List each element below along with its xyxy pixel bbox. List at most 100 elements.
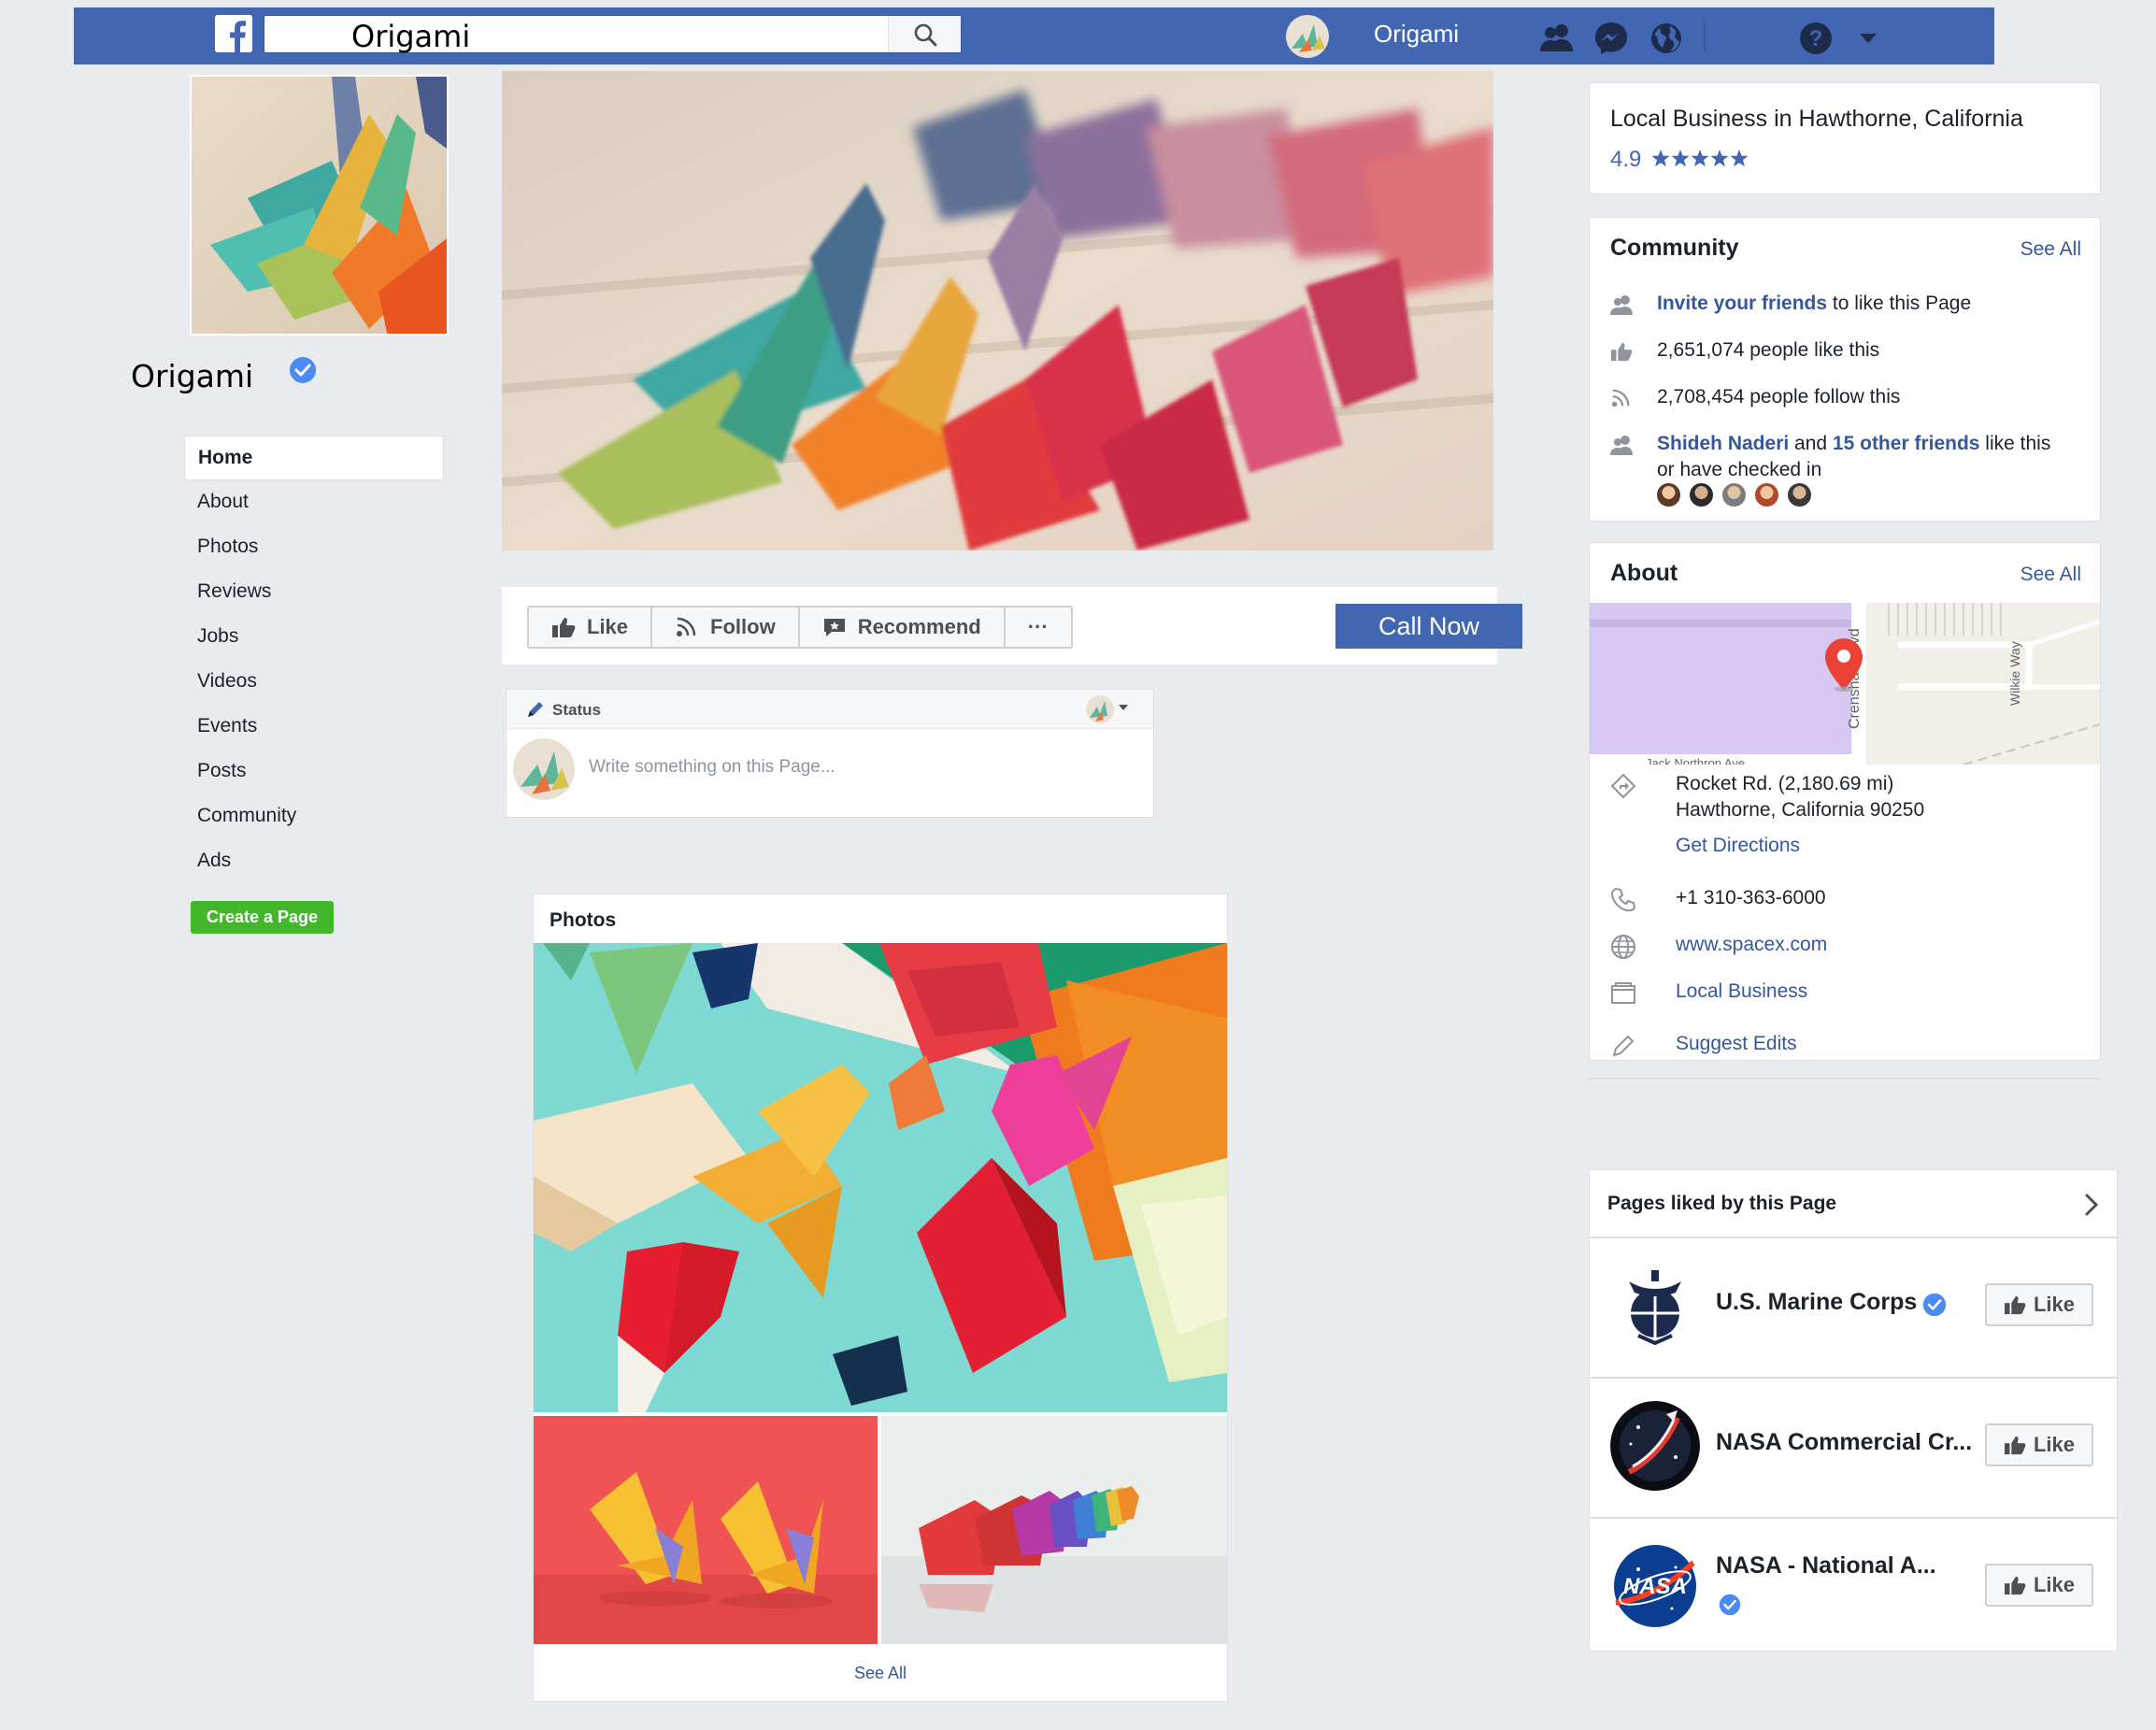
rating-stars[interactable] bbox=[1651, 149, 1749, 174]
cover-photo[interactable] bbox=[502, 71, 1493, 550]
like-page-button[interactable]: Like bbox=[1985, 1283, 2093, 1326]
nav-item-photos[interactable]: Photos bbox=[184, 525, 444, 570]
profile-picture[interactable] bbox=[190, 75, 449, 336]
status-tab[interactable]: Status bbox=[552, 701, 601, 720]
photo-thumbnail-cranes[interactable] bbox=[534, 1416, 878, 1644]
liked-page-name[interactable]: NASA Commercial Cr... bbox=[1716, 1429, 1972, 1456]
invite-friends-link[interactable]: Invite your friends bbox=[1657, 293, 1827, 314]
nav-item-posts[interactable]: Posts bbox=[184, 750, 444, 794]
globe-icon[interactable] bbox=[1648, 20, 1685, 57]
caret-down-icon[interactable] bbox=[1118, 703, 1129, 712]
likes-count-row: 2,651,074 people like this bbox=[1610, 337, 2087, 365]
directions-icon bbox=[1610, 773, 1636, 799]
friend-avatar[interactable] bbox=[1721, 481, 1748, 508]
section-divider bbox=[1589, 1078, 2101, 1079]
suggest-edits-row: Suggest Edits bbox=[1610, 1031, 2087, 1059]
nav-item-reviews[interactable]: Reviews bbox=[184, 570, 444, 615]
more-options-button[interactable]: ··· bbox=[1006, 608, 1071, 647]
nasa-logo[interactable]: NASA bbox=[1610, 1541, 1700, 1631]
nav-item-videos[interactable]: Videos bbox=[184, 660, 444, 705]
facebook-logo-icon[interactable] bbox=[215, 15, 252, 52]
caret-down-icon[interactable] bbox=[1849, 20, 1887, 57]
nav-item-jobs[interactable]: Jobs bbox=[184, 615, 444, 660]
storefront-icon bbox=[1611, 982, 1635, 1004]
post-composer: Status Write something on this Page... bbox=[506, 689, 1154, 818]
friends-icon[interactable] bbox=[1538, 20, 1576, 57]
thumbs-up-icon bbox=[552, 618, 576, 637]
nav-item-community[interactable]: Community bbox=[184, 794, 444, 839]
phone-icon bbox=[1610, 887, 1636, 912]
like-page-button[interactable]: Like bbox=[529, 608, 653, 647]
location-map[interactable]: Crenshaw Blvd Wilkie Way Jack Northrop A… bbox=[1590, 603, 2100, 765]
category-link[interactable]: Local Business bbox=[1676, 979, 1807, 1005]
recommend-icon bbox=[823, 619, 845, 636]
search-button[interactable] bbox=[888, 16, 961, 52]
nasa-commercial-crew-logo[interactable] bbox=[1610, 1401, 1700, 1491]
map-street-label-3: Jack Northrop Ave bbox=[1646, 756, 1745, 765]
friends-icon bbox=[1610, 436, 1633, 455]
about-see-all-link[interactable]: See All bbox=[2020, 564, 2081, 586]
friend-avatar[interactable] bbox=[1655, 481, 1682, 508]
phone-number[interactable]: +1 310-363-6000 bbox=[1676, 885, 1826, 911]
other-friends-link[interactable]: 15 other friends bbox=[1833, 433, 1980, 454]
star-icon bbox=[1691, 150, 1709, 167]
community-see-all-link[interactable]: See All bbox=[2020, 238, 2081, 261]
friends-icon bbox=[1610, 295, 1633, 315]
nav-item-events[interactable]: Events bbox=[184, 705, 444, 750]
composer-identity-avatar[interactable] bbox=[1086, 695, 1114, 723]
photos-see-all-link[interactable]: See All bbox=[534, 1664, 1227, 1683]
photo-thumbnail-main[interactable] bbox=[534, 943, 1227, 1412]
globe-icon bbox=[1611, 935, 1635, 959]
star-icon bbox=[1651, 150, 1670, 167]
website-link[interactable]: www.spacex.com bbox=[1676, 932, 1827, 958]
composer-tabs: Status bbox=[507, 690, 1153, 729]
chevron-right-icon[interactable] bbox=[2081, 1191, 2102, 1219]
page-title: Origami bbox=[131, 358, 254, 394]
suggest-edits-link[interactable]: Suggest Edits bbox=[1676, 1031, 1797, 1057]
like-label: Like bbox=[2033, 1293, 2076, 1316]
create-page-button[interactable]: Create a Page bbox=[191, 901, 334, 934]
community-heading: Community bbox=[1610, 235, 1739, 261]
liked-page-name[interactable]: NASA - National A... bbox=[1716, 1552, 1936, 1580]
like-page-button[interactable]: Like bbox=[1985, 1423, 2093, 1466]
friend-avatar[interactable] bbox=[1753, 481, 1780, 508]
messenger-icon[interactable] bbox=[1592, 20, 1630, 57]
friend-name-link[interactable]: Shideh Naderi bbox=[1657, 433, 1789, 454]
community-card: Community See All Invite your friends to… bbox=[1589, 217, 2101, 522]
search-input[interactable]: Origami bbox=[264, 15, 962, 54]
invite-friends-row: Invite your friends to like this Page bbox=[1610, 291, 2087, 319]
website-row: www.spacex.com bbox=[1610, 932, 2087, 960]
about-heading: About bbox=[1610, 560, 1678, 586]
business-category: Local Business in Hawthorne, California bbox=[1610, 106, 2023, 132]
friends-like-text: like this bbox=[1979, 433, 2051, 454]
liked-page-name[interactable]: U.S. Marine Corps bbox=[1716, 1289, 1917, 1316]
address-row: Rocket Rd. (2,180.69 mi) Hawthorne, Calif… bbox=[1610, 771, 2087, 827]
call-now-button[interactable]: Call Now bbox=[1335, 604, 1522, 649]
friend-avatars bbox=[1655, 481, 1813, 508]
friend-avatar[interactable] bbox=[1688, 481, 1715, 508]
photos-heading: Photos bbox=[550, 909, 617, 931]
star-icon bbox=[1671, 150, 1690, 167]
rating-value[interactable]: 4.9 bbox=[1610, 147, 1641, 173]
friend-avatar[interactable] bbox=[1786, 481, 1813, 508]
recommend-button[interactable]: Recommend bbox=[800, 608, 1006, 647]
topbar-divider bbox=[1704, 21, 1706, 52]
user-avatar[interactable] bbox=[1286, 15, 1329, 58]
liked-page-row: NASA Commercial Cr... Like bbox=[1590, 1377, 2117, 1517]
photo-thumbnail-elephants[interactable] bbox=[881, 1416, 1227, 1644]
nav-item-home[interactable]: Home bbox=[184, 436, 444, 480]
follow-page-button[interactable]: Follow bbox=[652, 608, 800, 647]
verified-badge-icon bbox=[1719, 1594, 1741, 1616]
get-directions-link[interactable]: Get Directions bbox=[1676, 835, 1800, 857]
composer-input[interactable]: Write something on this Page... bbox=[589, 757, 835, 778]
business-info-card: Local Business in Hawthorne, California … bbox=[1589, 82, 2101, 194]
liked-page-row: U.S. Marine Corps Like bbox=[1590, 1237, 2117, 1377]
help-icon[interactable]: ? bbox=[1797, 20, 1835, 57]
marine-corps-logo[interactable] bbox=[1610, 1261, 1700, 1351]
nav-item-about[interactable]: About bbox=[184, 480, 444, 525]
nav-item-ads[interactable]: Ads bbox=[184, 839, 444, 884]
like-label: Like bbox=[2033, 1573, 2076, 1596]
like-page-button[interactable]: Like bbox=[1985, 1564, 2093, 1607]
user-name-link[interactable]: Origami bbox=[1374, 20, 1459, 49]
like-label: Like bbox=[587, 615, 629, 638]
